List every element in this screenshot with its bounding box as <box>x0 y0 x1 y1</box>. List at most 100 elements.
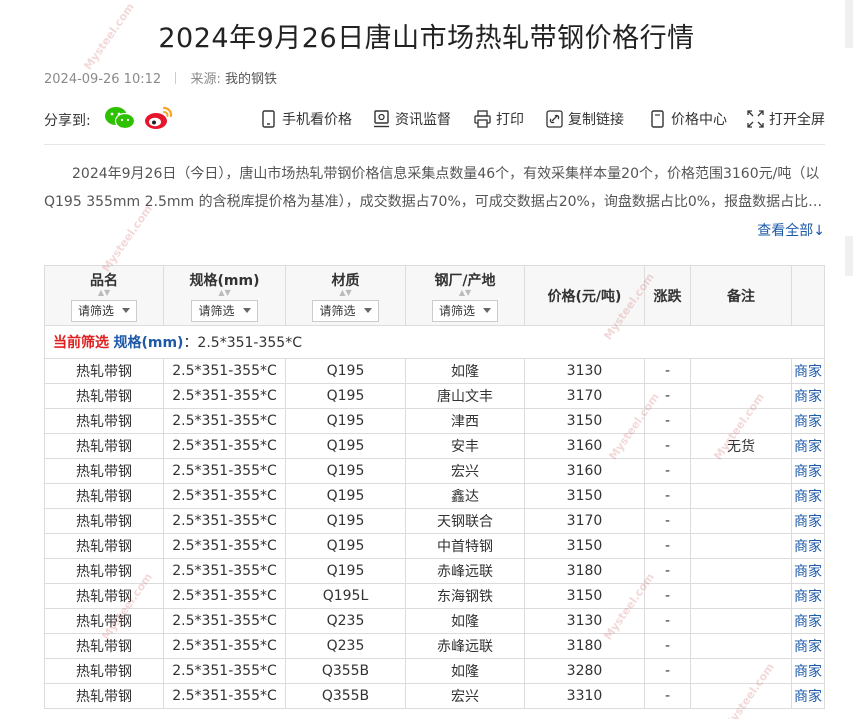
cell-note <box>690 583 792 609</box>
filter-mill-dropdown[interactable]: 请筛选 <box>431 300 498 322</box>
cell-name: 热轧带钢 <box>44 383 164 409</box>
cell-name: 热轧带钢 <box>44 608 164 634</box>
cell-material: Q195 <box>285 508 406 534</box>
merchant-link[interactable]: 商家 <box>791 533 825 559</box>
cell-note <box>690 408 792 434</box>
filter-spec-label: 请筛选 <box>198 304 235 318</box>
cell-spec: 2.5*351-355*C <box>163 383 286 409</box>
price-center-label: 价格中心 <box>671 112 727 128</box>
section-divider <box>44 144 825 145</box>
sort-arrows-icon[interactable]: ▲▼ <box>286 288 405 298</box>
cell-mill: 鑫达 <box>405 483 525 509</box>
cell-spec: 2.5*351-355*C <box>163 358 286 384</box>
cell-change: - <box>644 533 691 559</box>
table-row: 热轧带钢 2.5*351-355*C Q195 鑫达 3150- 商家 <box>44 483 825 509</box>
current-filter-key[interactable]: 规格(mm) <box>113 335 183 351</box>
current-filter-row: 当前筛选 规格(mm)：2.5*351-355*C <box>44 325 825 359</box>
print-button[interactable]: 打印 <box>474 109 524 129</box>
table-row: 热轧带钢 2.5*351-355*C Q195 天钢联合 3170- 商家 <box>44 508 825 534</box>
sort-arrows-icon[interactable]: ▲▼ <box>45 288 163 298</box>
current-filter-label: 当前筛选 <box>53 335 109 351</box>
merchant-link[interactable]: 商家 <box>791 658 825 684</box>
merchant-link[interactable]: 商家 <box>791 433 825 459</box>
wechat-icon[interactable] <box>104 106 136 130</box>
cell-price: 3180 <box>524 633 645 659</box>
filter-material-label: 请筛选 <box>319 304 356 318</box>
table-row: 热轧带钢 2.5*351-355*C Q235 如隆 3130- 商家 <box>44 608 825 634</box>
cell-name: 热轧带钢 <box>44 558 164 584</box>
summary-line-1: 2024年9月26日（今日），唐山市场热轧带钢价格信息采集点数量46个，有效采集… <box>72 166 820 182</box>
cell-name: 热轧带钢 <box>44 483 164 509</box>
side-panel-edge <box>845 0 853 48</box>
cell-price: 3160 <box>524 458 645 484</box>
cell-note <box>690 608 792 634</box>
header-name-label: 品名 <box>90 273 118 289</box>
cell-mill: 中首特钢 <box>405 533 525 559</box>
merchant-link[interactable]: 商家 <box>791 558 825 584</box>
cell-spec: 2.5*351-355*C <box>163 533 286 559</box>
merchant-link[interactable]: 商家 <box>791 458 825 484</box>
cell-note <box>690 533 792 559</box>
cell-note <box>690 508 792 534</box>
source-label: 来源: <box>190 72 221 87</box>
view-all-link[interactable]: 查看全部↓ <box>757 220 825 240</box>
cell-mill: 赤峰远联 <box>405 633 525 659</box>
cell-material: Q195 <box>285 533 406 559</box>
summary-line-2: Q195 355mm 2.5mm 的含税库提价格为基准），成交数据占70%，可成… <box>44 194 825 210</box>
cell-price: 3130 <box>524 608 645 634</box>
cell-spec: 2.5*351-355*C <box>163 508 286 534</box>
cell-price: 3150 <box>524 533 645 559</box>
copy-link-label: 复制链接 <box>568 112 624 128</box>
merchant-link[interactable]: 商家 <box>791 683 825 709</box>
filter-spec-dropdown[interactable]: 请筛选 <box>191 300 258 322</box>
mobile-price-button[interactable]: 手机看价格 <box>260 109 352 129</box>
merchant-link[interactable]: 商家 <box>791 508 825 534</box>
filter-name-label: 请筛选 <box>77 304 114 318</box>
cell-material: Q195 <box>285 358 406 384</box>
merchant-link[interactable]: 商家 <box>791 383 825 409</box>
cell-change: - <box>644 358 691 384</box>
cell-mill: 唐山文丰 <box>405 383 525 409</box>
cell-mill: 赤峰远联 <box>405 558 525 584</box>
header-price[interactable]: 价格(元/吨) <box>524 265 645 326</box>
merchant-link[interactable]: 商家 <box>791 633 825 659</box>
table-row: 热轧带钢 2.5*351-355*C Q195 津西 3150- 商家 <box>44 408 825 434</box>
price-center-button[interactable]: 价格中心 <box>649 109 727 129</box>
copy-link-button[interactable]: 复制链接 <box>546 109 624 129</box>
cell-spec: 2.5*351-355*C <box>163 583 286 609</box>
cell-note <box>690 458 792 484</box>
fullscreen-button[interactable]: 打开全屏 <box>747 109 825 129</box>
sort-arrows-icon[interactable]: ▲▼ <box>164 288 285 298</box>
cell-note <box>690 658 792 684</box>
cell-change: - <box>644 383 691 409</box>
merchant-link[interactable]: 商家 <box>791 483 825 509</box>
header-change[interactable]: 涨跌 <box>644 265 691 326</box>
table-row: 热轧带钢 2.5*351-355*C Q195L 东海钢铁 3150- 商家 <box>44 583 825 609</box>
cell-mill: 如隆 <box>405 608 525 634</box>
merchant-link[interactable]: 商家 <box>791 408 825 434</box>
weibo-icon[interactable] <box>144 105 174 131</box>
link-icon <box>546 110 563 128</box>
news-supervise-button[interactable]: 资讯监督 <box>373 109 451 129</box>
cell-name: 热轧带钢 <box>44 358 164 384</box>
cell-price: 3170 <box>524 508 645 534</box>
cell-mill: 宏兴 <box>405 458 525 484</box>
sort-arrows-icon[interactable]: ▲▼ <box>406 288 524 298</box>
table-row: 热轧带钢 2.5*351-355*C Q195 中首特钢 3150- 商家 <box>44 533 825 559</box>
table-row: 热轧带钢 2.5*351-355*C Q195 如隆 3130- 商家 <box>44 358 825 384</box>
cell-price: 3150 <box>524 408 645 434</box>
chevron-down-icon <box>483 308 491 313</box>
cell-note: 无货 <box>690 433 792 459</box>
cell-spec: 2.5*351-355*C <box>163 633 286 659</box>
cell-mill: 宏兴 <box>405 683 525 709</box>
merchant-link[interactable]: 商家 <box>791 583 825 609</box>
table-row: 热轧带钢 2.5*351-355*C Q355B 如隆 3280- 商家 <box>44 658 825 684</box>
chevron-down-icon <box>363 308 372 313</box>
merchant-link[interactable]: 商家 <box>791 608 825 634</box>
filter-name-dropdown[interactable]: 请筛选 <box>70 300 137 322</box>
merchant-link[interactable]: 商家 <box>791 358 825 384</box>
news-supervise-label: 资讯监督 <box>395 112 451 128</box>
filter-material-dropdown[interactable]: 请筛选 <box>312 300 379 322</box>
cell-spec: 2.5*351-355*C <box>163 408 286 434</box>
table-row: 热轧带钢 2.5*351-355*C Q195 安丰 3160- 无货 商家 <box>44 433 825 459</box>
